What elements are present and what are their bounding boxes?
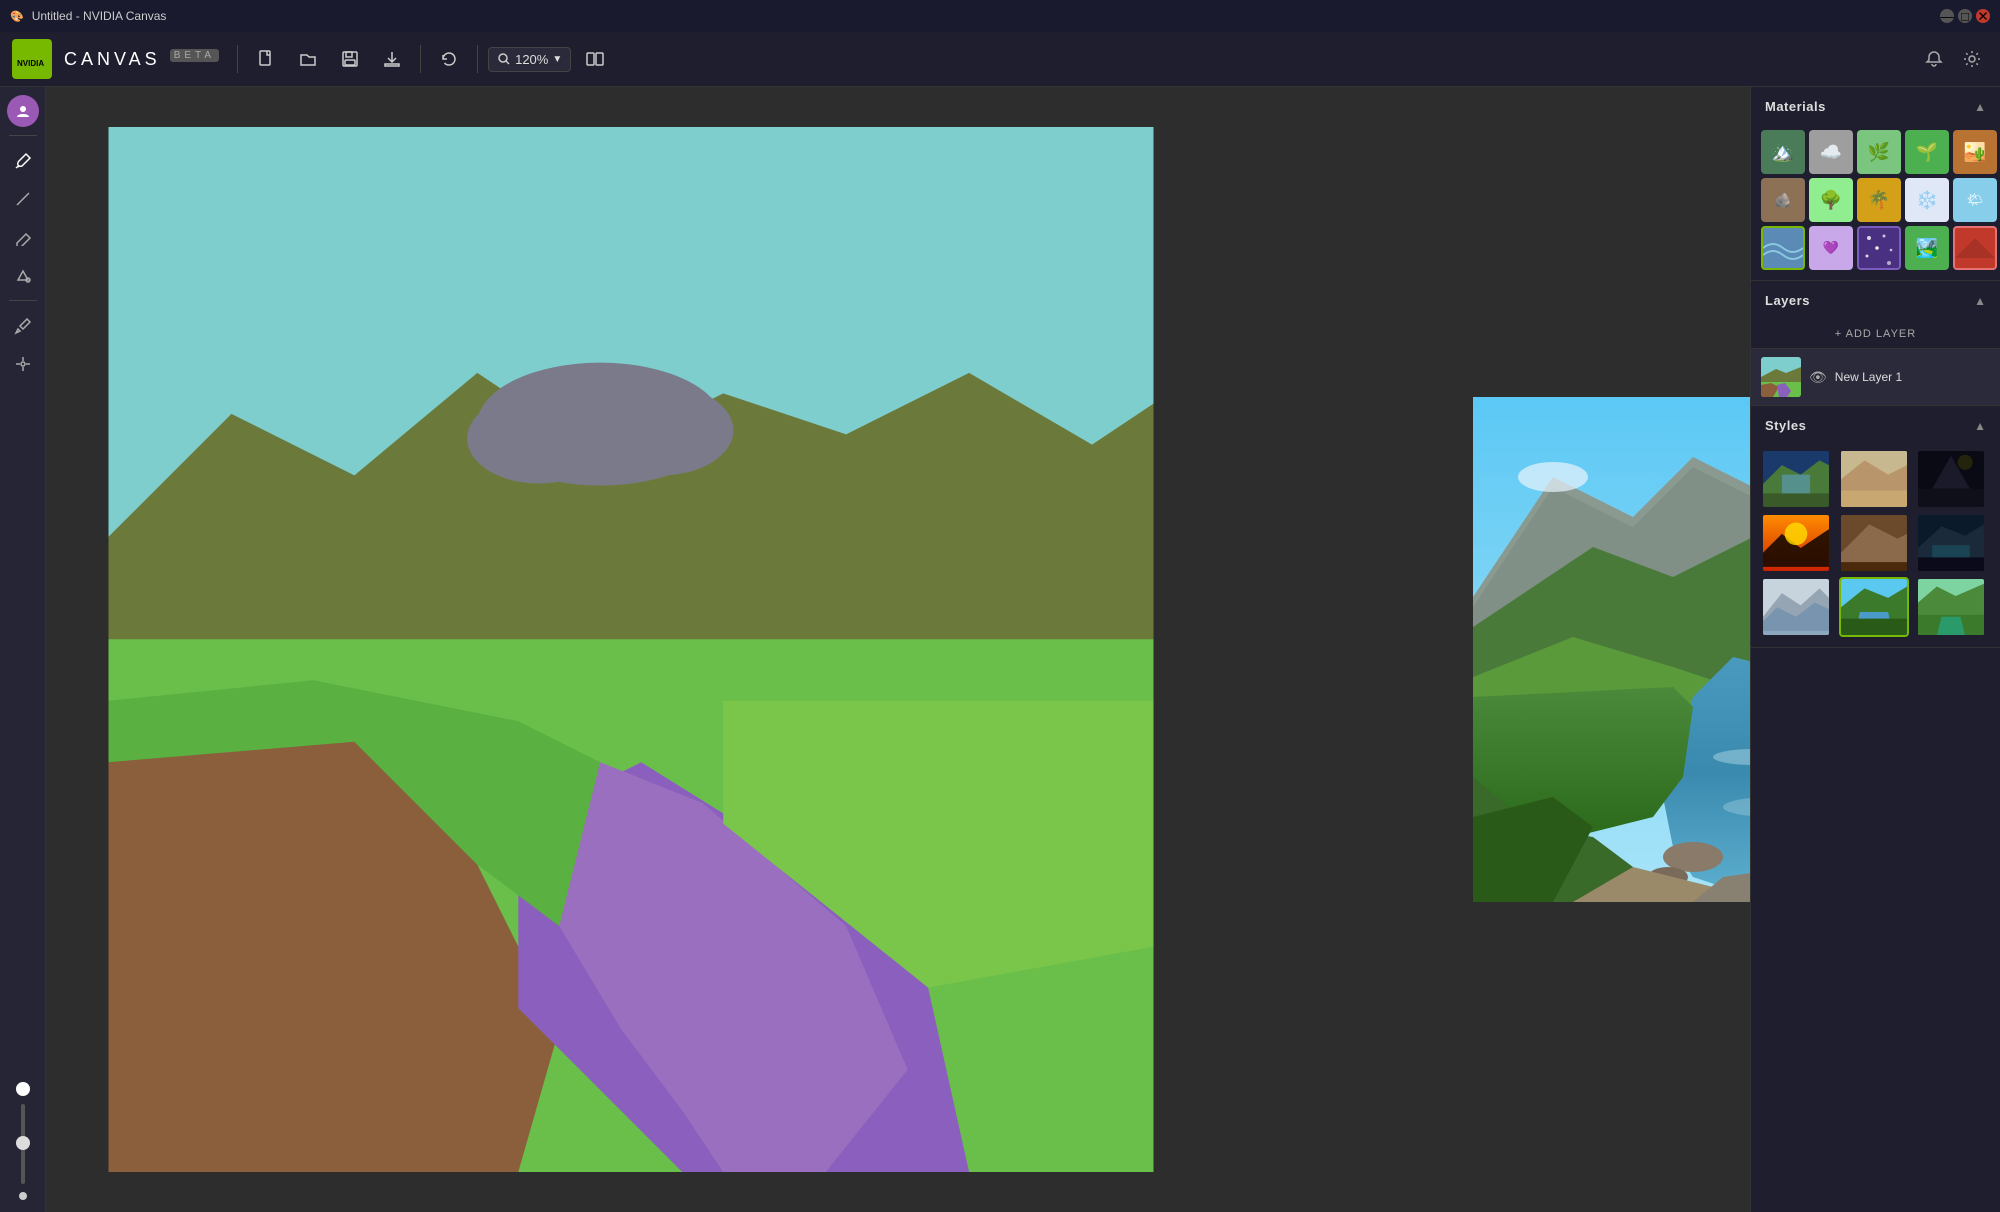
layers-header[interactable]: Layers ▲ <box>1751 281 2000 320</box>
material-sandy[interactable]: 🏜️ <box>1953 130 1997 174</box>
material-rock-brown[interactable]: 🪨 <box>1761 178 1805 222</box>
left-sidebar <box>0 87 46 1212</box>
material-dark-grass[interactable]: 🌱 <box>1905 130 1949 174</box>
main-area: Materials ▲ 🏔️ ☁️ 🌿 🌱 🏜️ <box>0 87 2000 1212</box>
style-item-1[interactable] <box>1761 449 1831 509</box>
user-avatar[interactable] <box>7 95 39 127</box>
materials-grid: 🏔️ ☁️ 🌿 🌱 🏜️ 🪨 🌳 <box>1751 126 2000 280</box>
undo-button[interactable] <box>431 41 467 77</box>
layer-thumbnail <box>1761 357 1801 397</box>
style-item-6[interactable] <box>1916 513 1986 573</box>
title-bar: 🎨 Untitled - NVIDIA Canvas — □ ✕ <box>0 0 2000 32</box>
materials-section: Materials ▲ 🏔️ ☁️ 🌿 🌱 🏜️ <box>1751 87 2000 281</box>
material-palm[interactable]: 🌴 <box>1857 178 1901 222</box>
minimize-button[interactable]: — <box>1940 9 1954 23</box>
style-item-2[interactable] <box>1839 449 1909 509</box>
top-toolbar: NVIDIA CANVAS BETA 120% ▼ <box>0 32 2000 87</box>
settings-button[interactable] <box>1956 43 1988 75</box>
eyedropper-tool-button[interactable] <box>6 309 40 343</box>
material-bright-grass[interactable]: 🌿 <box>1857 130 1901 174</box>
style-item-9[interactable] <box>1916 577 1986 637</box>
toolbar-right-actions <box>1918 43 1988 75</box>
export-file-button[interactable] <box>374 41 410 77</box>
pan-tool-button[interactable] <box>6 347 40 381</box>
styles-title: Styles <box>1765 418 1806 433</box>
close-button[interactable]: ✕ <box>1976 9 1990 23</box>
style-item-8[interactable] <box>1839 577 1909 637</box>
sidebar-separator-2 <box>9 300 37 301</box>
line-tool-button[interactable] <box>6 182 40 216</box>
view-split-button[interactable] <box>577 41 613 77</box>
styles-section: Styles ▲ <box>1751 406 2000 648</box>
maximize-button[interactable]: □ <box>1958 9 1972 23</box>
brush-size-thumb <box>16 1136 30 1150</box>
right-panel: Materials ▲ 🏔️ ☁️ 🌿 🌱 🏜️ <box>1750 87 2000 1212</box>
brush-size-large-indicator <box>16 1082 30 1096</box>
material-red-land[interactable] <box>1953 226 1997 270</box>
style-item-3[interactable] <box>1916 449 1986 509</box>
fill-tool-button[interactable] <box>6 258 40 292</box>
material-snow[interactable]: ❄️ <box>1905 178 1949 222</box>
sidebar-separator-1 <box>9 135 37 136</box>
ai-output-canvas[interactable] <box>1473 397 1751 902</box>
zoom-control[interactable]: 120% ▼ <box>488 47 571 72</box>
materials-header[interactable]: Materials ▲ <box>1751 87 2000 126</box>
canvas-area <box>46 87 1750 1212</box>
material-purple-stars[interactable] <box>1857 226 1901 270</box>
layers-title: Layers <box>1765 293 1810 308</box>
notifications-button[interactable] <box>1918 43 1950 75</box>
material-mountain-grass[interactable]: 🏔️ <box>1761 130 1805 174</box>
material-water[interactable] <box>1761 226 1805 270</box>
style-item-7[interactable] <box>1761 577 1831 637</box>
brush-size-slider[interactable] <box>21 1104 25 1184</box>
layer-name: New Layer 1 <box>1835 370 1990 384</box>
layers-collapse-icon: ▲ <box>1974 294 1986 308</box>
add-layer-button[interactable]: + ADD LAYER <box>1751 320 2000 349</box>
style-item-4[interactable] <box>1761 513 1831 573</box>
toolbar-divider-2 <box>420 45 421 73</box>
material-light-plant[interactable]: 🌳 <box>1809 178 1853 222</box>
svg-text:NVIDIA: NVIDIA <box>17 59 44 68</box>
open-file-button[interactable] <box>290 41 326 77</box>
toolbar-divider-3 <box>477 45 478 73</box>
save-file-button[interactable] <box>332 41 368 77</box>
window-title: Untitled - NVIDIA Canvas <box>32 9 1932 23</box>
eraser-tool-button[interactable] <box>6 220 40 254</box>
sketch-canvas[interactable] <box>46 127 1443 1172</box>
material-sky[interactable]: 🌤 <box>1953 178 1997 222</box>
window-controls: — □ ✕ <box>1940 9 1990 23</box>
zoom-dropdown-icon: ▼ <box>552 54 562 65</box>
layer-item[interactable]: 👁 New Layer 1 <box>1751 349 2000 405</box>
app-icon: 🎨 <box>10 10 24 23</box>
app-title: CANVAS BETA <box>64 49 219 70</box>
brush-size-small-indicator <box>19 1192 27 1200</box>
styles-grid <box>1751 445 2000 647</box>
materials-collapse-icon: ▲ <box>1974 100 1986 114</box>
brush-tool-button[interactable] <box>6 144 40 178</box>
new-file-button[interactable] <box>248 41 284 77</box>
materials-title: Materials <box>1765 99 1826 114</box>
nvidia-logo: NVIDIA <box>12 39 52 79</box>
zoom-level: 120% <box>515 52 548 67</box>
material-cloud[interactable]: ☁️ <box>1809 130 1853 174</box>
layer-visibility-icon[interactable]: 👁 <box>1809 369 1827 386</box>
styles-header[interactable]: Styles ▲ <box>1751 406 2000 445</box>
style-item-5[interactable] <box>1839 513 1909 573</box>
material-purple-sky[interactable]: 💜 <box>1809 226 1853 270</box>
styles-collapse-icon: ▲ <box>1974 419 1986 433</box>
material-green-land[interactable]: 🏞️ <box>1905 226 1949 270</box>
toolbar-divider-1 <box>237 45 238 73</box>
layers-section: Layers ▲ + ADD LAYER 👁 New Layer 1 <box>1751 281 2000 406</box>
